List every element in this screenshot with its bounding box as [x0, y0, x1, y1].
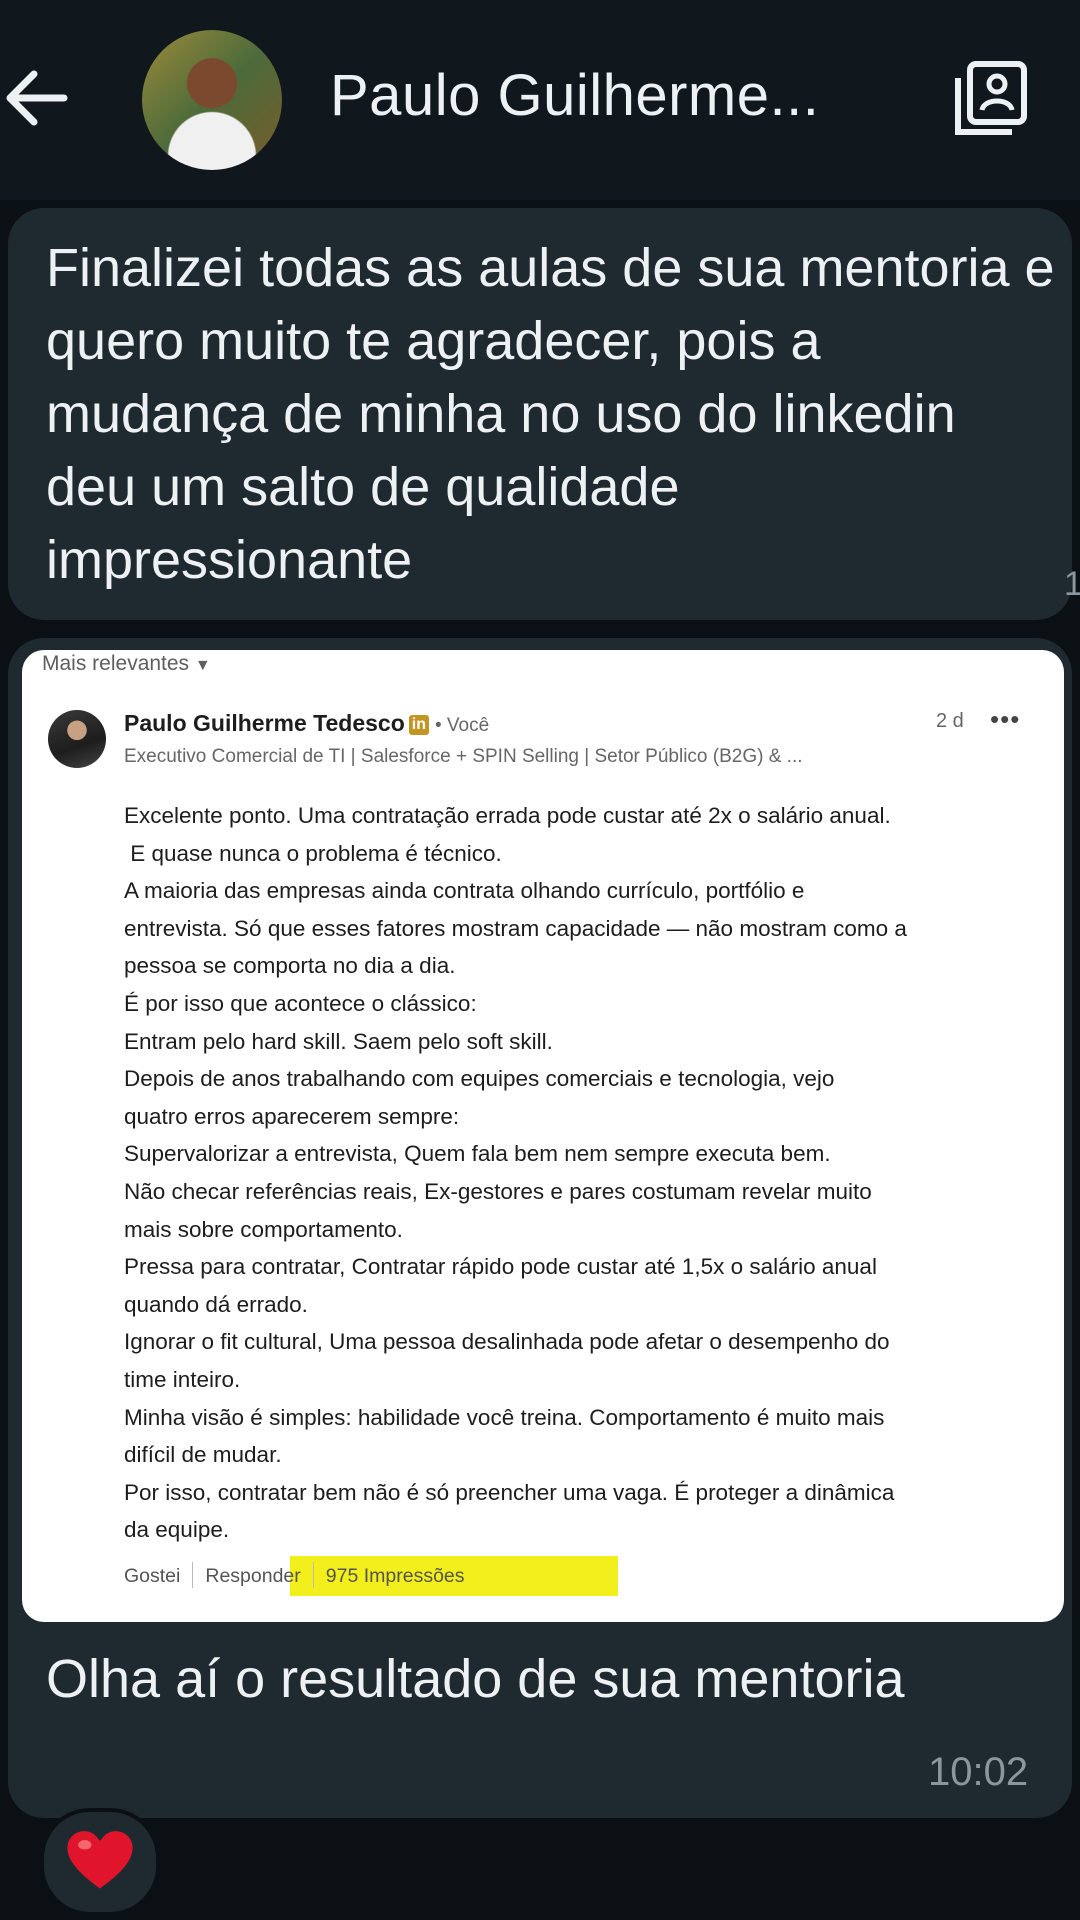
impressions-count: 975 Impressões — [325, 1565, 465, 1587]
like-action: Gostei — [124, 1565, 181, 1587]
comment-line: pessoa se comporta no dia a dia. — [124, 953, 456, 979]
linkedin-screenshot[interactable]: Mais relevantes ▼ Paulo Guilherme Tedesc… — [22, 650, 1064, 1622]
sort-dropdown: Mais relevantes ▼ — [42, 652, 211, 676]
author-headline: Executivo Comercial de TI | Salesforce +… — [124, 746, 803, 767]
comment-line: quatro erros aparecerem sempre: — [124, 1103, 460, 1129]
comment-body: Excelente ponto. Uma contratação errada … — [124, 797, 1024, 1549]
caret-down-icon: ▼ — [194, 657, 211, 674]
comment-line: É por isso que acontece o clássico: — [124, 990, 477, 1016]
comment-line: Depois de anos trabalhando com equipes c… — [124, 1066, 835, 1092]
comment-time: 2 d — [936, 710, 964, 732]
comment-line: quando dá errado. — [124, 1291, 308, 1317]
comment-line: Entram pelo hard skill. Saem pelo soft s… — [124, 1028, 553, 1054]
comment-line: Minha visão é simples: habilidade você t… — [124, 1404, 885, 1430]
comment-line: A maioria das empresas ainda contrata ol… — [124, 878, 805, 904]
chat-header: Paulo Guilherme... — [0, 0, 1080, 200]
comment-line: Pressa para contratar, Contratar rápido … — [124, 1254, 877, 1280]
divider — [312, 1562, 314, 1588]
comment-line: Não checar referências reais, Ex-gestore… — [124, 1178, 872, 1204]
comment-line: time inteiro. — [124, 1366, 241, 1392]
heart-icon — [67, 1831, 133, 1889]
author-avatar — [48, 710, 106, 768]
comment-line: Ignorar o fit cultural, Uma pessoa desal… — [124, 1329, 890, 1355]
comment-actions: Gostei Responder 975 Impressões — [124, 1562, 465, 1588]
divider — [192, 1562, 194, 1588]
message-meta: 1 — [1064, 565, 1080, 603]
linkedin-badge-icon: in — [408, 715, 429, 735]
reaction-badge[interactable] — [40, 1808, 160, 1916]
comment-line: mais sobre comportamento. — [124, 1216, 403, 1242]
comment-line: entrevista. Só que esses fatores mostram… — [124, 915, 907, 941]
message-bubble[interactable]: Finalizei todas as aulas de sua mentoria… — [8, 208, 1072, 620]
contact-name[interactable]: Paulo Guilherme... — [330, 62, 819, 129]
comment-line: Excelente ponto. Uma contratação errada … — [124, 803, 891, 828]
comment-line: Por isso, contratar bem não é só preench… — [124, 1479, 895, 1505]
image-caption: Olha aí o resultado de sua mentoria — [46, 1649, 905, 1709]
more-options-icon: ••• — [990, 704, 1021, 734]
author-name: Paulo Guilherme Tedesco in • Você — [124, 710, 489, 737]
back-arrow-icon[interactable] — [0, 58, 80, 138]
comment-line: Supervalorizar a entrevista, Quem fala b… — [124, 1141, 831, 1167]
comment-line: da equipe. — [124, 1517, 230, 1543]
sort-label: Mais relevantes — [42, 652, 190, 675]
author-name-text: Paulo Guilherme Tedesco — [124, 710, 405, 736]
message-text: Finalizei todas as aulas de sua mentoria… — [46, 238, 1055, 590]
reply-action: Responder — [205, 1565, 301, 1587]
comment-line: difícil de mudar. — [124, 1442, 282, 1468]
contact-card-icon[interactable] — [950, 58, 1030, 138]
you-label: • Você — [434, 715, 490, 736]
contact-avatar[interactable] — [142, 30, 282, 170]
message-timestamp: 10:02 — [928, 1750, 1029, 1794]
comment-line: E quase nunca o problema é técnico. — [124, 840, 502, 866]
